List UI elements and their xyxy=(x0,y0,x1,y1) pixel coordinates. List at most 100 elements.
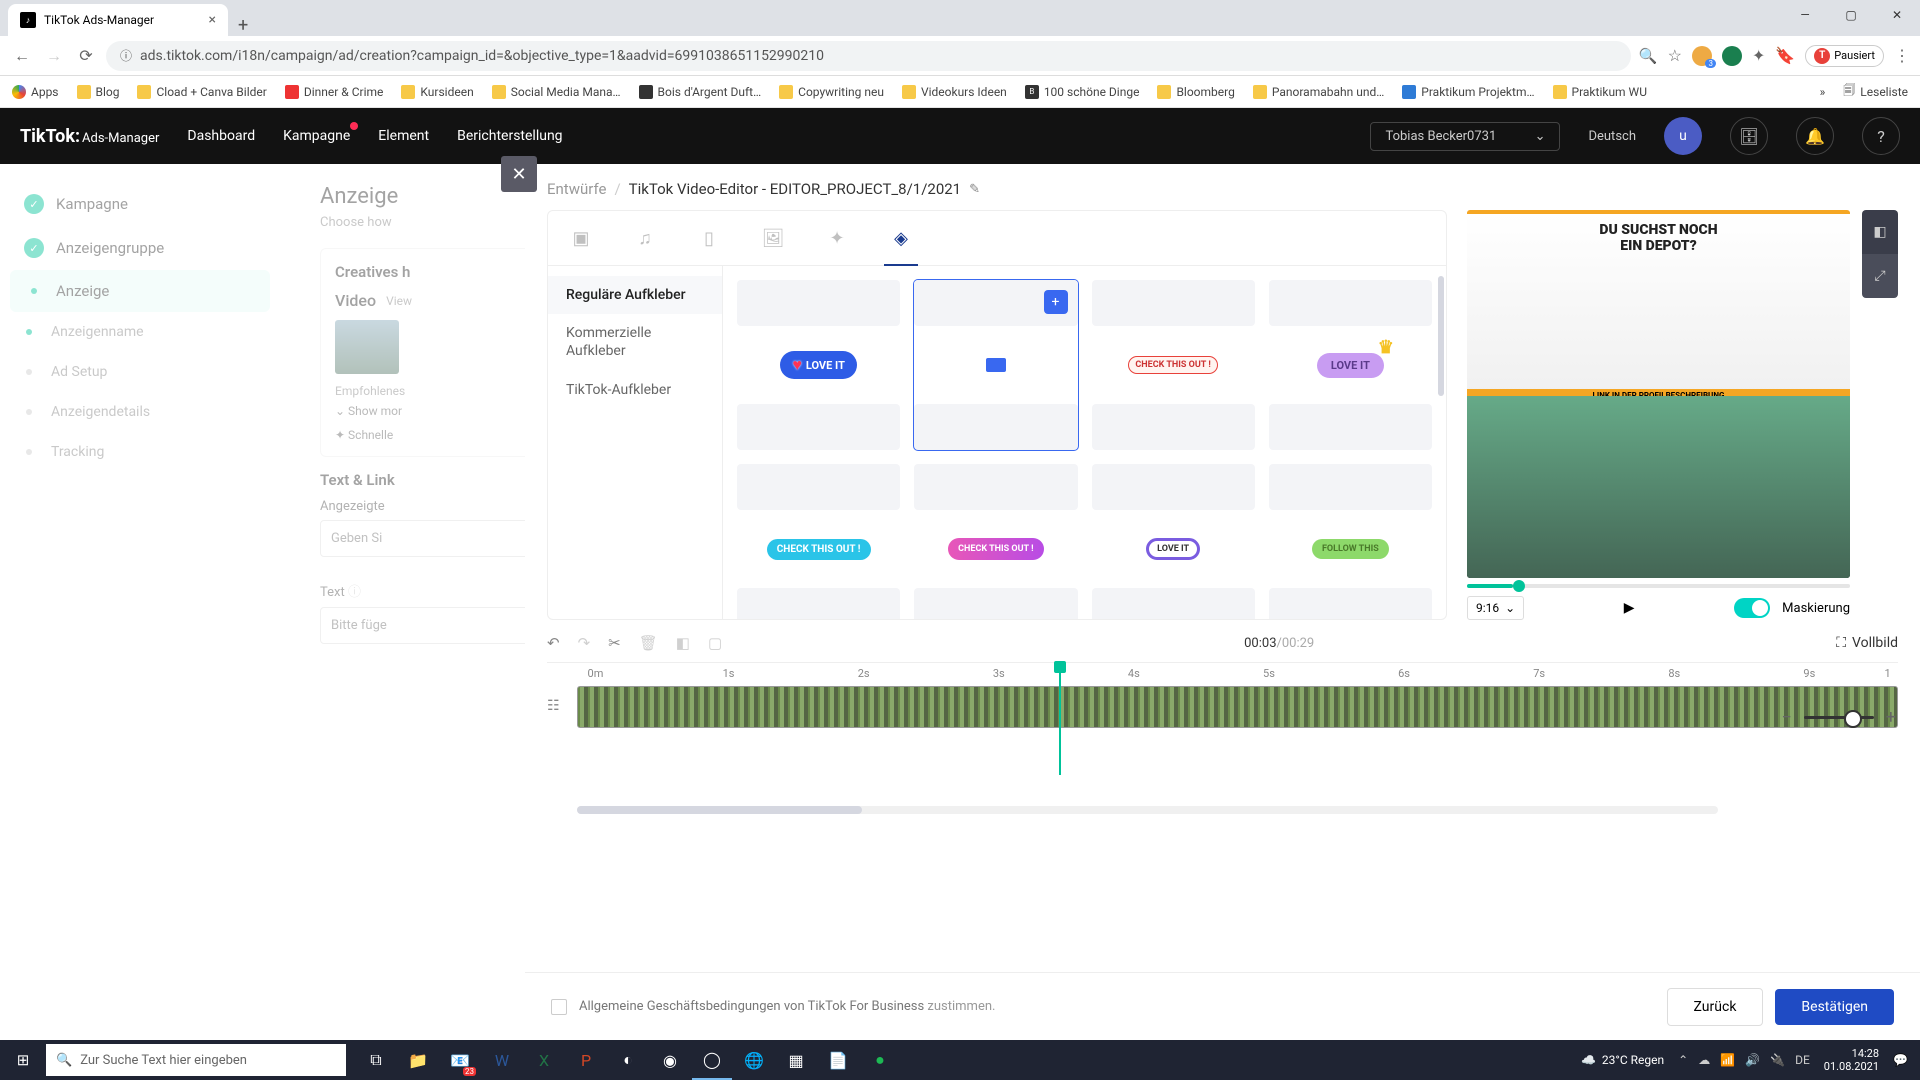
tab-effects-icon[interactable]: ✦ xyxy=(824,225,850,251)
scrollbar-vertical[interactable] xyxy=(1438,276,1444,396)
sticker-check-pink[interactable]: CHECK THIS OUT ! xyxy=(914,464,1077,619)
task-view-icon[interactable]: ⧉ xyxy=(356,1040,396,1080)
sidebar-sub-name[interactable]: Anzeigenname xyxy=(0,312,280,352)
window-close-button[interactable]: ✕ xyxy=(1874,0,1920,30)
bookmark-item[interactable]: Kursideen xyxy=(401,85,473,99)
footer-confirm-button[interactable]: Bestätigen xyxy=(1775,989,1894,1025)
notifications-icon[interactable]: 💬 xyxy=(1893,1053,1908,1067)
nav-dashboard[interactable]: Dashboard xyxy=(187,128,255,144)
new-tab-button[interactable]: + xyxy=(228,15,258,36)
playhead[interactable] xyxy=(1059,663,1061,775)
bookmark-item[interactable]: Cload + Canva Bilder xyxy=(137,85,266,99)
tray-wifi-icon[interactable]: 📶 xyxy=(1720,1053,1735,1067)
sidebar-sub-details[interactable]: Anzeigendetails xyxy=(0,392,280,432)
add-sticker-button[interactable]: + xyxy=(1044,290,1068,314)
tiktok-logo[interactable]: TikTok:Ads-Manager xyxy=(20,126,159,147)
crop-tool-icon[interactable]: ◧ xyxy=(1862,210,1898,254)
bookmark-apps[interactable]: Apps xyxy=(12,85,59,99)
app-icon-2[interactable]: ▦ xyxy=(776,1040,816,1080)
notepad-icon[interactable]: 📄 xyxy=(818,1040,858,1080)
taskbar-search[interactable]: 🔍Zur Suche Text hier eingeben xyxy=(46,1044,346,1076)
bookmark-item[interactable]: Praktikum WU xyxy=(1553,85,1647,99)
powerpoint-icon[interactable]: P xyxy=(566,1040,606,1080)
explorer-icon[interactable]: 📁 xyxy=(398,1040,438,1080)
timeline-ruler[interactable]: 0m 1s 2s 3s 4s 5s 6s 7s 8s 9s 1 xyxy=(547,662,1898,682)
tab-video-icon[interactable]: ▣ xyxy=(568,225,594,251)
bookmark-ext-icon[interactable]: 🔖 xyxy=(1775,46,1795,65)
reading-list-button[interactable]: 🗐Leseliste xyxy=(1843,81,1908,102)
sidebar-sub-setup[interactable]: Ad Setup xyxy=(0,352,280,392)
timeline-scroll-h[interactable] xyxy=(577,806,1718,814)
trash-icon[interactable]: 🗑 xyxy=(639,634,658,652)
tab-stickers-icon[interactable]: ◈ xyxy=(888,225,914,251)
extension-icon-1[interactable]: 3 xyxy=(1692,46,1712,66)
category-commercial[interactable]: Kommerzielle Aufkleber xyxy=(548,314,722,370)
user-avatar[interactable]: u xyxy=(1664,117,1702,155)
help-icon[interactable]: ? xyxy=(1862,117,1900,155)
minimize-button[interactable]: — xyxy=(1782,0,1828,30)
taskbar-clock[interactable]: 14:2801.08.2021 xyxy=(1824,1047,1879,1073)
chrome-icon[interactable]: ◯ xyxy=(692,1040,732,1080)
category-regular[interactable]: Reguläre Aufkleber xyxy=(548,276,722,314)
erase-icon[interactable]: ◧ xyxy=(676,634,690,652)
bookmark-item[interactable]: Social Media Mana… xyxy=(492,85,621,99)
sticker-check-this-out-red[interactable]: CHECK THIS OUT ! xyxy=(1092,280,1255,450)
bell-icon[interactable]: 🔔 xyxy=(1796,117,1834,155)
play-button[interactable]: ▶ xyxy=(1624,600,1635,616)
reload-icon[interactable]: ⟳ xyxy=(74,44,98,68)
bookmark-item[interactable]: Praktikum Projektm… xyxy=(1402,85,1534,99)
bookmark-item[interactable]: Panoramabahn und… xyxy=(1253,85,1384,99)
edit-icon[interactable]: ✎ xyxy=(969,182,980,197)
bookmark-item[interactable]: Dinner & Crime xyxy=(285,85,384,99)
video-track[interactable] xyxy=(577,686,1898,728)
sidebar-anzeigengruppe[interactable]: ✓Anzeigengruppe xyxy=(0,226,280,270)
star-icon[interactable]: ☆ xyxy=(1668,46,1682,65)
nav-element[interactable]: Element xyxy=(378,128,429,144)
maximize-button[interactable]: ▢ xyxy=(1828,0,1874,30)
tray-chevron-icon[interactable]: ⌃ xyxy=(1678,1053,1688,1067)
tab-image-icon[interactable]: 🖼 xyxy=(760,225,786,251)
sidebar-sub-tracking[interactable]: Tracking xyxy=(0,432,280,472)
bookmark-item[interactable]: Copywriting neu xyxy=(779,85,884,99)
aspect-ratio-select[interactable]: 9:16⌄ xyxy=(1467,596,1524,620)
breadcrumb-drafts[interactable]: Entwürfe xyxy=(547,180,606,198)
back-icon[interactable]: ← xyxy=(10,44,34,68)
tab-music-icon[interactable]: ♫ xyxy=(632,225,658,251)
obs-icon[interactable]: ◉ xyxy=(650,1040,690,1080)
close-tab-icon[interactable]: × xyxy=(209,12,216,28)
bookmark-item[interactable]: B100 schöne Dinge xyxy=(1025,85,1140,99)
tray-cloud-icon[interactable]: ☁ xyxy=(1698,1053,1710,1067)
footer-back-button[interactable]: Zurück xyxy=(1667,988,1764,1026)
bookmark-item[interactable]: Bois d'Argent Duft… xyxy=(639,85,762,99)
zoom-in-button[interactable]: + xyxy=(1886,707,1896,728)
sticker-selected[interactable]: + xyxy=(914,280,1077,450)
sidebar-kampagne[interactable]: ✓Kampagne xyxy=(0,182,280,226)
category-tiktok[interactable]: TikTok-Aufkleber xyxy=(548,371,722,409)
preview-seek-bar[interactable] xyxy=(1467,584,1850,588)
menu-dots-icon[interactable]: ⋮ xyxy=(1894,46,1910,65)
zoom-out-button[interactable]: − xyxy=(1781,707,1791,728)
fullscreen-button[interactable]: ⛶Vollbild xyxy=(1836,635,1898,651)
extensions-menu-icon[interactable]: ✦ xyxy=(1752,46,1765,65)
profile-pause-badge[interactable]: T Pausiert xyxy=(1805,45,1884,67)
undo-icon[interactable]: ↶ xyxy=(547,634,560,652)
weather-widget[interactable]: ☁️23°C Regen xyxy=(1581,1053,1664,1067)
tray-battery-icon[interactable]: 🔌 xyxy=(1770,1053,1785,1067)
browser-tab[interactable]: ♪ TikTok Ads-Manager × xyxy=(8,4,228,36)
sticker-love-it-crown[interactable]: LOVE IT♛ xyxy=(1269,280,1432,450)
extension-icon-2[interactable] xyxy=(1722,46,1742,66)
bookmark-item[interactable]: Videokurs Ideen xyxy=(902,85,1007,99)
forward-icon[interactable]: → xyxy=(42,44,66,68)
url-input[interactable]: ⓘ ads.tiktok.com/i18n/campaign/ad/creati… xyxy=(106,41,1631,71)
briefcase-icon[interactable]: 🗄 xyxy=(1730,117,1768,155)
sticker-follow-green[interactable]: FOLLOW THIS xyxy=(1269,464,1432,619)
cut-icon[interactable]: ✂ xyxy=(608,634,621,652)
sticker-check-cyan[interactable]: CHECK THIS OUT ! xyxy=(737,464,900,619)
modal-close-button[interactable]: ✕ xyxy=(501,156,537,192)
bookmark-overflow-icon[interactable]: » xyxy=(1820,85,1826,99)
masking-toggle[interactable] xyxy=(1734,598,1770,618)
account-selector[interactable]: Tobias Becker0731⌄ xyxy=(1370,122,1560,151)
tab-text-icon[interactable]: ▯ xyxy=(696,225,722,251)
language-selector[interactable]: Deutsch xyxy=(1588,129,1636,144)
zoom-slider[interactable] xyxy=(1804,716,1874,719)
